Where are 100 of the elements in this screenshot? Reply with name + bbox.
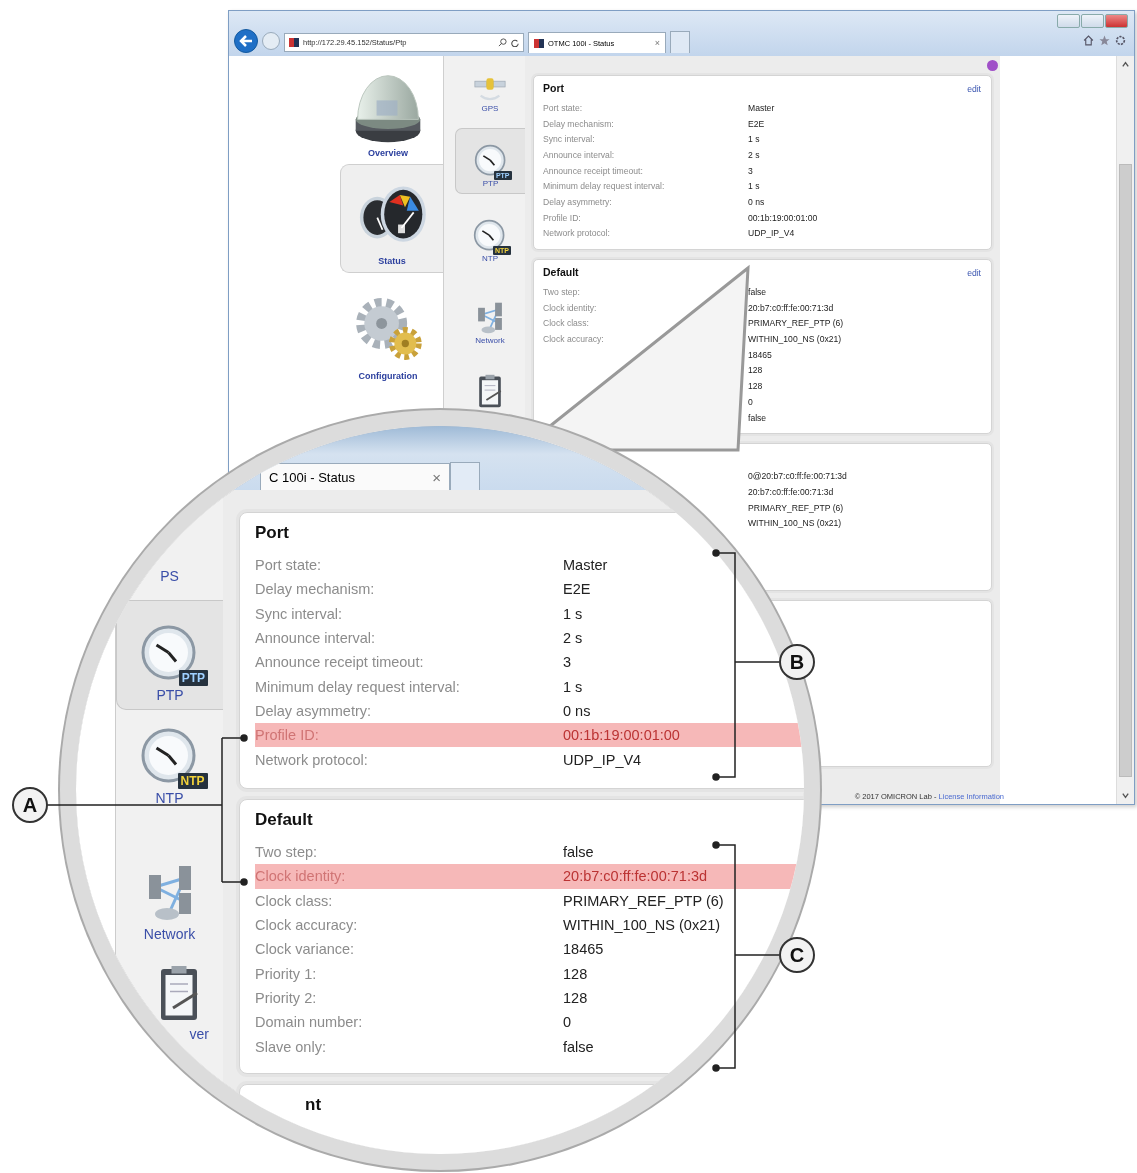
field-value: Master [748, 102, 775, 113]
subnav-item[interactable]: NTP [155, 790, 184, 806]
badge: PTP [178, 670, 208, 686]
field-value: 3 [748, 165, 753, 176]
field-value: 128 [563, 989, 588, 1006]
arrow-left-icon[interactable] [239, 35, 253, 47]
field-value: 0 [748, 396, 753, 407]
field-value: 128 [748, 381, 763, 392]
field-label: Clock class: [255, 892, 334, 909]
close-button[interactable] [1105, 14, 1128, 28]
nav-item[interactable]: Overview [368, 148, 408, 158]
field-label: Delay asymmetry: [255, 702, 373, 719]
field-label: Announce receipt timeout: [255, 654, 425, 671]
star-icon[interactable] [1099, 35, 1110, 46]
field-value: 3 [563, 654, 572, 671]
field-value: 128 [748, 365, 763, 376]
field-value: 00:1b:19:00:01:00 [748, 212, 818, 223]
refresh-icon[interactable] [511, 38, 519, 47]
field-value: 1 s [748, 134, 760, 145]
field-value: 20:b7:c0:ff:fe:00:71:3d [748, 302, 834, 313]
field-value: 0 ns [563, 702, 591, 719]
field-value: 18465 [748, 349, 772, 360]
caret-down-icon[interactable] [1121, 791, 1130, 800]
field-label: Port state: [543, 102, 584, 113]
back-button[interactable] [234, 29, 258, 53]
field-label: Minimum delay request interval: [255, 678, 461, 695]
subnav-item[interactable]: GPS [481, 104, 499, 113]
subnav-item[interactable]: PTP [156, 687, 184, 703]
card-title: Port [543, 82, 564, 94]
settings-icon[interactable] [1115, 35, 1126, 46]
browser-tab[interactable]: C 100i - Status × [260, 463, 450, 490]
field-value: 00:1b:19:00:01:00 [563, 727, 680, 744]
field-value: PRIMARY_REF_PTP (6) [748, 502, 844, 513]
subnav-item[interactable]: Network [475, 336, 505, 345]
field-label: Clock variance: [255, 941, 356, 958]
field-label: Sync interval: [255, 605, 344, 622]
field-label: Delay asymmetry: [543, 196, 613, 207]
field-value: 1 s [563, 605, 583, 622]
field-label: Clock accuracy: [543, 334, 605, 345]
field-value: UDP_IP_V4 [563, 751, 642, 768]
scrollbar[interactable] [1116, 56, 1134, 804]
field-value: 2 s [748, 149, 760, 160]
callout-badge: C [779, 937, 815, 973]
maximize-button[interactable] [1081, 14, 1104, 28]
field-label: Announce interval: [543, 149, 616, 160]
search-icon[interactable] [498, 38, 507, 47]
close-tab-button[interactable]: × [432, 468, 441, 486]
home-icon[interactable] [1083, 35, 1094, 46]
minimize-button[interactable] [1057, 14, 1080, 28]
field-label: Announce interval: [255, 630, 377, 647]
field-value: PRIMARY_REF_PTP (6) [563, 892, 724, 909]
field-value: false [748, 412, 767, 423]
field-label: Network protocol: [543, 228, 611, 239]
field-label: Port state: [255, 557, 323, 574]
subnav-item[interactable]: PTP [482, 179, 499, 188]
callout-badge: A [12, 787, 48, 823]
badge: NTP [177, 773, 208, 789]
field-label: Domain number: [255, 1014, 364, 1031]
field-value: false [748, 287, 767, 298]
field-value: 1 s [748, 181, 760, 192]
field-value: E2E [563, 581, 591, 598]
edit-link[interactable]: edit [967, 84, 981, 94]
subnav-item[interactable]: ver [189, 1026, 209, 1042]
field-label: Slave only: [255, 1038, 327, 1055]
field-label: Network protocol: [255, 751, 369, 768]
nav-tile[interactable]: Status [340, 164, 443, 273]
subnav-item[interactable]: PS [160, 568, 179, 584]
field-label: Clock class: [543, 318, 590, 329]
field-value: E2E [748, 118, 765, 129]
field-label: Clock identity: [543, 302, 598, 313]
card-title: nt [305, 1095, 322, 1115]
edit-link[interactable]: edit [967, 268, 981, 279]
field-value: WITHIN_100_NS (0x21) [748, 334, 842, 345]
field-label: Two step: [543, 287, 581, 298]
clock-icon [473, 144, 508, 178]
field-label: Two step: [255, 844, 319, 861]
field-value: 2 s [563, 630, 583, 647]
help-icon[interactable] [987, 60, 998, 71]
nav-item[interactable]: Configuration [358, 371, 418, 381]
field-value: UDP_IP_V4 [748, 228, 795, 239]
field-value: Master [563, 557, 608, 574]
field-value: false [563, 844, 594, 861]
close-tab-button[interactable]: × [654, 38, 660, 48]
caret-up-icon[interactable] [1121, 60, 1130, 69]
field-value: false [563, 1038, 594, 1055]
field-label: Announce receipt timeout: [543, 165, 644, 176]
field-label: Delay mechanism: [255, 581, 376, 598]
nav-item[interactable]: Status [378, 256, 406, 266]
subnav-tile[interactable]: PTP PTP [116, 600, 223, 710]
field-value: WITHIN_100_NS (0x21) [563, 917, 721, 934]
subnav-item[interactable]: NTP [482, 254, 498, 263]
subnav-item[interactable]: Network [143, 926, 196, 942]
field-label: Priority 2: [255, 989, 318, 1006]
card-title: Default [255, 810, 313, 830]
field-value: 0@20:b7:c0:ff:fe:00:71:3d [748, 471, 847, 482]
field-value: PRIMARY_REF_PTP (6) [748, 318, 844, 329]
field-label: Delay mechanism: [543, 118, 615, 129]
field-value: 0 ns [748, 196, 765, 207]
card-title: Default [543, 266, 579, 279]
callout-badge: B [779, 644, 815, 680]
